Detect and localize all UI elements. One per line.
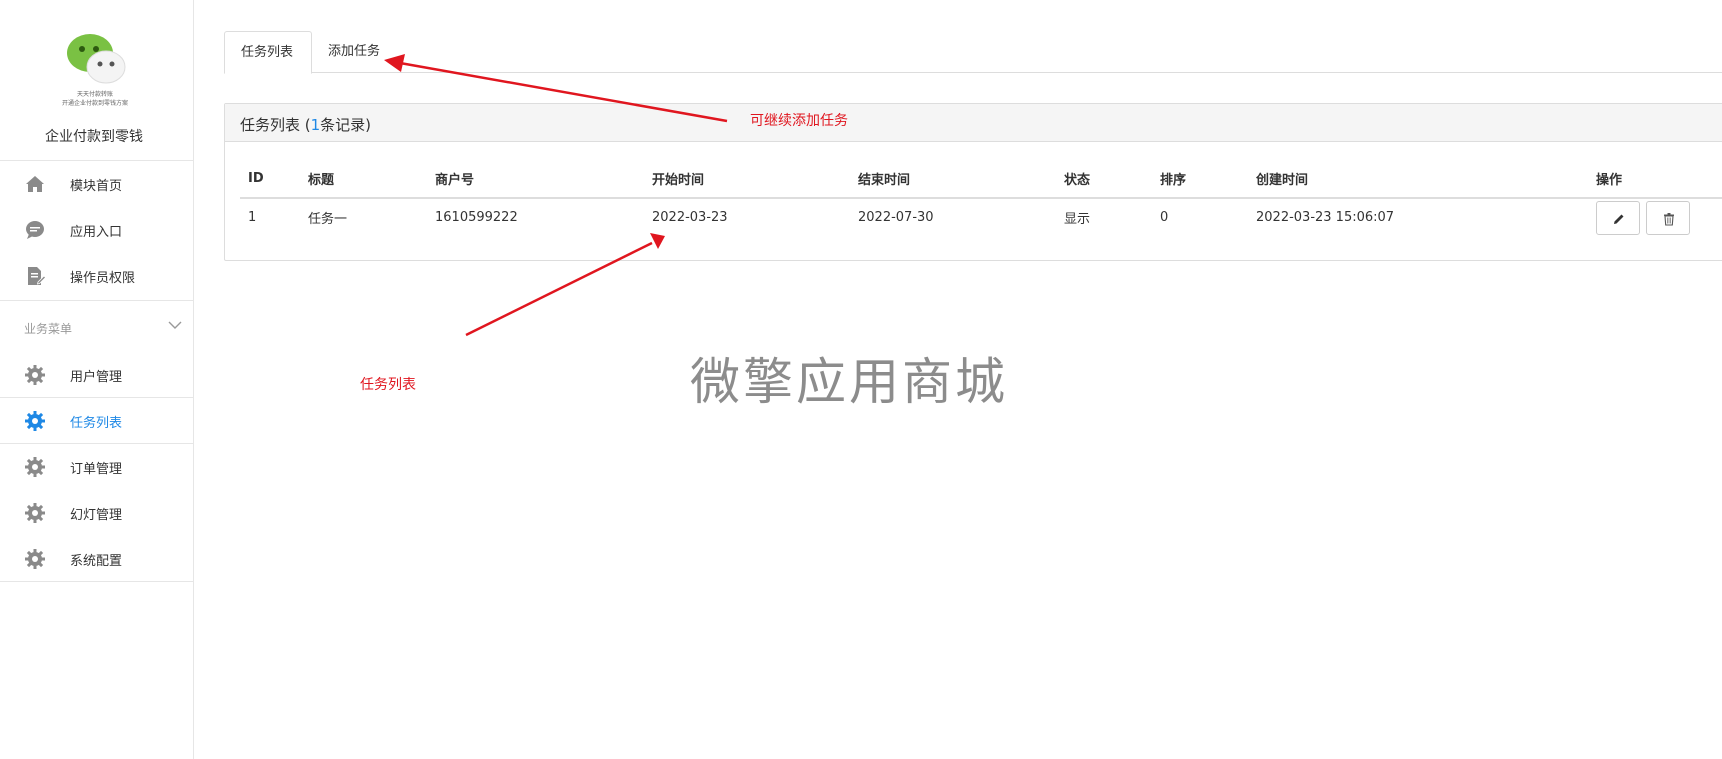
sidebar-item-task-list[interactable]: 任务列表 <box>0 398 194 444</box>
cell-status: 显示 <box>1064 212 1091 227</box>
sidebar: 天天付款转账 开通企业付款到零钱方案 企业付款到零钱 模块首页 应用入口 操作员… <box>0 0 194 759</box>
edit-button[interactable] <box>1596 200 1640 235</box>
sidebar-item-order-management[interactable]: 订单管理 <box>0 444 194 490</box>
gear-icon <box>25 365 45 385</box>
delete-button[interactable] <box>1646 200 1691 235</box>
panel-title: 任务列表 (1条记录) <box>240 114 371 135</box>
column-header-actions: 操作 <box>1588 159 1722 199</box>
column-header-title: 标题 <box>300 159 427 199</box>
cell-title: 任务一 <box>308 212 348 227</box>
task-list-panel: 任务列表 (1条记录) ID 标题 商户号 开始时间 结束时间 状态 排序 创建… <box>224 103 1722 261</box>
sidebar-item-home[interactable]: 模块首页 <box>0 161 194 207</box>
sidebar-item-user-management[interactable]: 用户管理 <box>0 352 194 398</box>
tab-task-list[interactable]: 任务列表 <box>224 31 312 74</box>
sidebar-item-label: 任务列表 <box>70 416 123 431</box>
sidebar-item-operator-permission[interactable]: 操作员权限 <box>0 253 194 299</box>
chat-icon <box>26 221 44 239</box>
table-row: 1 任务一 1610599222 2022-03-23 2022-07-30 显… <box>240 198 1722 236</box>
sidebar-item-app-entry[interactable]: 应用入口 <box>0 207 194 253</box>
sidebar-item-label: 幻灯管理 <box>70 508 123 523</box>
sidebar-item-system-config[interactable]: 系统配置 <box>0 536 194 582</box>
business-menu-header[interactable]: 业务菜单 <box>0 316 194 346</box>
cell-id: 1 <box>248 210 257 225</box>
column-header-sort: 排序 <box>1152 159 1248 199</box>
task-table: ID 标题 商户号 开始时间 结束时间 状态 排序 创建时间 操作 1 任务一 … <box>240 159 1722 236</box>
chevron-down-icon <box>168 321 182 329</box>
sidebar-item-label: 操作员权限 <box>70 271 136 286</box>
group-label: 业务菜单 <box>24 322 73 336</box>
annotation-task-list-note: 任务列表 <box>360 377 416 393</box>
cell-end: 2022-07-30 <box>858 210 934 225</box>
gear-icon <box>25 457 45 477</box>
panel-title-prefix: 任务列表 ( <box>240 116 311 134</box>
column-header-end: 结束时间 <box>850 159 1056 199</box>
panel-header: 任务列表 (1条记录) <box>225 104 1722 142</box>
business-nav: 用户管理 任务列表 订单管理 幻灯管理 系统配置 <box>0 352 194 582</box>
top-nav: 模块首页 应用入口 操作员权限 <box>0 161 194 299</box>
gear-icon <box>25 549 45 569</box>
gear-icon <box>25 503 45 523</box>
wechat-logo-icon <box>67 34 126 84</box>
cell-actions <box>1588 198 1722 236</box>
column-header-created: 创建时间 <box>1248 159 1588 199</box>
logo-tagline-2: 开通企业付款到零钱方案 <box>61 100 128 107</box>
home-icon <box>26 176 44 192</box>
logo-tagline-1: 天天付款转账 <box>76 91 113 98</box>
cell-sort: 0 <box>1160 210 1169 225</box>
watermark: 微擎应用商城 <box>690 353 1008 411</box>
cell-merchant: 1610599222 <box>435 210 518 225</box>
column-header-status: 状态 <box>1056 159 1152 199</box>
page: 天天付款转账 开通企业付款到零钱方案 企业付款到零钱 模块首页 应用入口 操作员… <box>0 0 1722 759</box>
column-header-start: 开始时间 <box>644 159 850 199</box>
tab-bar: 任务列表 添加任务 <box>224 31 1722 74</box>
gear-icon <box>25 411 45 431</box>
sidebar-item-label: 用户管理 <box>70 370 123 385</box>
document-edit-icon <box>28 267 46 285</box>
cell-created: 2022-03-23 15:06:07 <box>1256 210 1395 225</box>
pencil-icon <box>1614 214 1624 224</box>
annotation-add-task-note: 可继续添加任务 <box>750 113 848 129</box>
app-name: 企业付款到零钱 <box>45 129 143 145</box>
sidebar-item-label: 模块首页 <box>70 179 123 194</box>
table-header-row: ID 标题 商户号 开始时间 结束时间 状态 排序 创建时间 操作 <box>240 159 1722 199</box>
column-header-merchant: 商户号 <box>427 159 644 199</box>
trash-icon <box>1664 212 1675 226</box>
divider <box>0 300 194 301</box>
sidebar-item-label: 应用入口 <box>70 225 123 240</box>
cell-start: 2022-03-23 <box>652 210 728 225</box>
sidebar-item-label: 系统配置 <box>70 554 123 569</box>
column-header-id: ID <box>240 159 300 199</box>
record-count: 1 <box>310 116 321 134</box>
tab-add-task[interactable]: 添加任务 <box>312 31 396 73</box>
logo-area: 天天付款转账 开通企业付款到零钱方案 企业付款到零钱 <box>0 0 194 161</box>
sidebar-item-label: 订单管理 <box>70 462 123 477</box>
sidebar-item-slideshow-management[interactable]: 幻灯管理 <box>0 490 194 536</box>
panel-title-suffix: 条记录) <box>320 116 372 134</box>
